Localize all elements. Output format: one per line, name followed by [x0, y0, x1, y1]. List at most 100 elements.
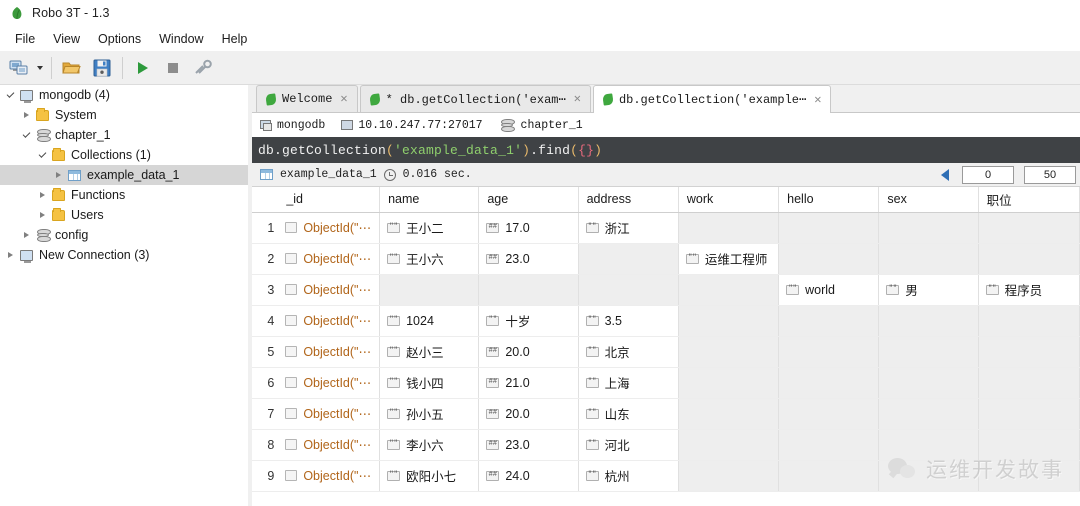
cell-hello[interactable] — [778, 398, 880, 430]
cell-address[interactable]: "" 山东 — [578, 398, 679, 430]
cell-address[interactable]: "" 浙江 — [578, 212, 679, 244]
cell-id[interactable]: ObjectId("⋯ — [278, 336, 381, 368]
sidebar-item-config[interactable]: config — [0, 225, 248, 245]
cell-work[interactable] — [678, 212, 780, 244]
cell-sex[interactable] — [878, 367, 979, 399]
query-editor[interactable]: db.getCollection('example_data_1') .find(… — [252, 137, 1080, 163]
result-grid[interactable]: _id name age address work hello sex 职位 1 ObjectI… — [252, 187, 1080, 506]
cell-id[interactable]: ObjectId("⋯ — [278, 243, 381, 275]
column-header-sex[interactable]: sex — [878, 187, 979, 213]
cell-hello[interactable] — [778, 367, 880, 399]
cell-address[interactable]: "" 河北 — [578, 429, 679, 461]
cell-sex[interactable]: "" 男 — [878, 274, 979, 306]
cell-hello[interactable] — [778, 429, 880, 461]
table-row[interactable]: 1 ObjectId("⋯ "" 王小二 ## 17.0 "" 浙江 — [252, 212, 1080, 244]
sidebar-item-chapter_1[interactable]: chapter_1 — [0, 125, 248, 145]
cell-sex[interactable] — [878, 243, 979, 275]
cell-sex[interactable] — [878, 212, 979, 244]
cell-sex[interactable] — [878, 305, 979, 337]
cell-job[interactable] — [978, 460, 1080, 492]
chevron-down-icon[interactable] — [18, 125, 34, 145]
cell-sex[interactable] — [878, 336, 979, 368]
cell-id[interactable]: ObjectId("⋯ — [278, 212, 381, 244]
column-header-age[interactable]: age — [478, 187, 579, 213]
chevron-right-icon[interactable] — [34, 205, 50, 225]
table-row[interactable]: 5 ObjectId("⋯ "" 赵小三 ## 20.0 "" 北京 — [252, 336, 1080, 368]
cell-work[interactable] — [678, 398, 780, 430]
menu-options[interactable]: Options — [89, 29, 150, 49]
cell-age[interactable]: ## 20.0 — [478, 336, 579, 368]
table-body[interactable]: 1 ObjectId("⋯ "" 王小二 ## 17.0 "" 浙江 2 ObjectId("⋯ "… — [252, 212, 1080, 492]
cell-job[interactable]: "" 程序员 — [978, 274, 1080, 306]
cell-address[interactable]: "" 上海 — [578, 367, 679, 399]
cell-work[interactable]: "" 运维工程师 — [678, 243, 780, 275]
cell-sex[interactable] — [878, 460, 979, 492]
cell-hello[interactable] — [778, 460, 880, 492]
skip-input[interactable]: 0 — [962, 165, 1014, 184]
cell-address[interactable]: "" 3.5 — [578, 305, 679, 337]
cell-id[interactable]: ObjectId("⋯ — [278, 367, 381, 399]
cell-job[interactable] — [978, 305, 1080, 337]
column-header-职位[interactable]: 职位 — [978, 187, 1080, 213]
cell-hello[interactable] — [778, 305, 880, 337]
cell-age[interactable]: ## 23.0 — [478, 243, 579, 275]
column-header-name[interactable]: name — [379, 187, 480, 213]
cell-hello[interactable] — [778, 336, 880, 368]
cell-hello[interactable] — [778, 243, 880, 275]
cell-work[interactable] — [678, 336, 780, 368]
connect-dropdown[interactable] — [34, 54, 46, 82]
cell-address[interactable]: "" 杭州 — [578, 460, 679, 492]
table-row[interactable]: 7 ObjectId("⋯ "" 孙小五 ## 20.0 "" 山东 — [252, 398, 1080, 430]
chevron-down-icon[interactable] — [2, 85, 18, 105]
cell-address[interactable] — [578, 243, 679, 275]
cell-name[interactable]: "" 孙小五 — [379, 398, 480, 430]
cell-name[interactable]: "" 欧阳小七 — [379, 460, 480, 492]
cell-id[interactable]: ObjectId("⋯ — [278, 305, 381, 337]
cell-hello[interactable] — [778, 212, 880, 244]
cell-age[interactable]: ## 23.0 — [478, 429, 579, 461]
cell-name[interactable]: "" 钱小四 — [379, 367, 480, 399]
editor-tab-1[interactable]: * db.getCollection('exam⋯ ✕ — [359, 85, 591, 112]
column-header-address[interactable]: address — [578, 187, 679, 213]
cell-hello[interactable]: "" world — [778, 274, 880, 306]
cell-name[interactable]: "" 李小六 — [379, 429, 480, 461]
limit-input[interactable]: 50 — [1024, 165, 1076, 184]
cell-job[interactable] — [978, 429, 1080, 461]
sidebar-item-functions[interactable]: Functions — [0, 185, 248, 205]
table-row[interactable]: 8 ObjectId("⋯ "" 李小六 ## 23.0 "" 河北 — [252, 429, 1080, 461]
cell-job[interactable] — [978, 398, 1080, 430]
cell-id[interactable]: ObjectId("⋯ — [278, 398, 381, 430]
table-row[interactable]: 4 ObjectId("⋯ "" 1024 "" 十岁 "" 3.5 — [252, 305, 1080, 337]
close-icon[interactable]: ✕ — [574, 93, 581, 105]
previous-page-button[interactable] — [941, 168, 949, 181]
table-row[interactable]: 3 ObjectId("⋯ "" world "" 男 "" 程序员 — [252, 274, 1080, 306]
cell-age[interactable]: ## 24.0 — [478, 460, 579, 492]
chevron-right-icon[interactable] — [50, 165, 66, 185]
sidebar-item-mongodb-4[interactable]: mongodb (4) — [0, 85, 248, 105]
menu-file[interactable]: File — [6, 29, 44, 49]
cell-id[interactable]: ObjectId("⋯ — [278, 460, 381, 492]
cell-age[interactable] — [478, 274, 579, 306]
cell-name[interactable]: "" 王小六 — [379, 243, 480, 275]
save-script-button[interactable] — [87, 54, 117, 82]
chevron-right-icon[interactable] — [34, 185, 50, 205]
sidebar-item-system[interactable]: System — [0, 105, 248, 125]
cell-name[interactable]: "" 1024 — [379, 305, 480, 337]
menu-help[interactable]: Help — [213, 29, 257, 49]
cell-sex[interactable] — [878, 429, 979, 461]
editor-tab-strip[interactable]: Welcome ✕ * db.getCollection('exam⋯ ✕ db.get… — [252, 85, 1080, 113]
column-header-id[interactable]: _id — [278, 187, 381, 213]
table-row[interactable]: 2 ObjectId("⋯ "" 王小六 ## 23.0 "" 运维工程师 — [252, 243, 1080, 275]
cell-address[interactable]: "" 北京 — [578, 336, 679, 368]
chevron-down-icon[interactable] — [34, 145, 50, 165]
table-row[interactable]: 6 ObjectId("⋯ "" 钱小四 ## 21.0 "" 上海 — [252, 367, 1080, 399]
editor-tab-2[interactable]: db.getCollection('example⋯ ✕ — [592, 85, 832, 113]
menu-window[interactable]: Window — [150, 29, 212, 49]
cell-id[interactable]: ObjectId("⋯ — [278, 429, 381, 461]
cell-id[interactable]: ObjectId("⋯ — [278, 274, 381, 306]
close-icon[interactable]: ✕ — [340, 93, 347, 105]
database-tree[interactable]: mongodb (4) System chapter_1 Collections (1… — [0, 85, 248, 265]
sidebar-item-new-connection-3[interactable]: New Connection (3) — [0, 245, 248, 265]
cell-address[interactable] — [578, 274, 679, 306]
table-row[interactable]: 9 ObjectId("⋯ "" 欧阳小七 ## 24.0 "" 杭州 — [252, 460, 1080, 492]
